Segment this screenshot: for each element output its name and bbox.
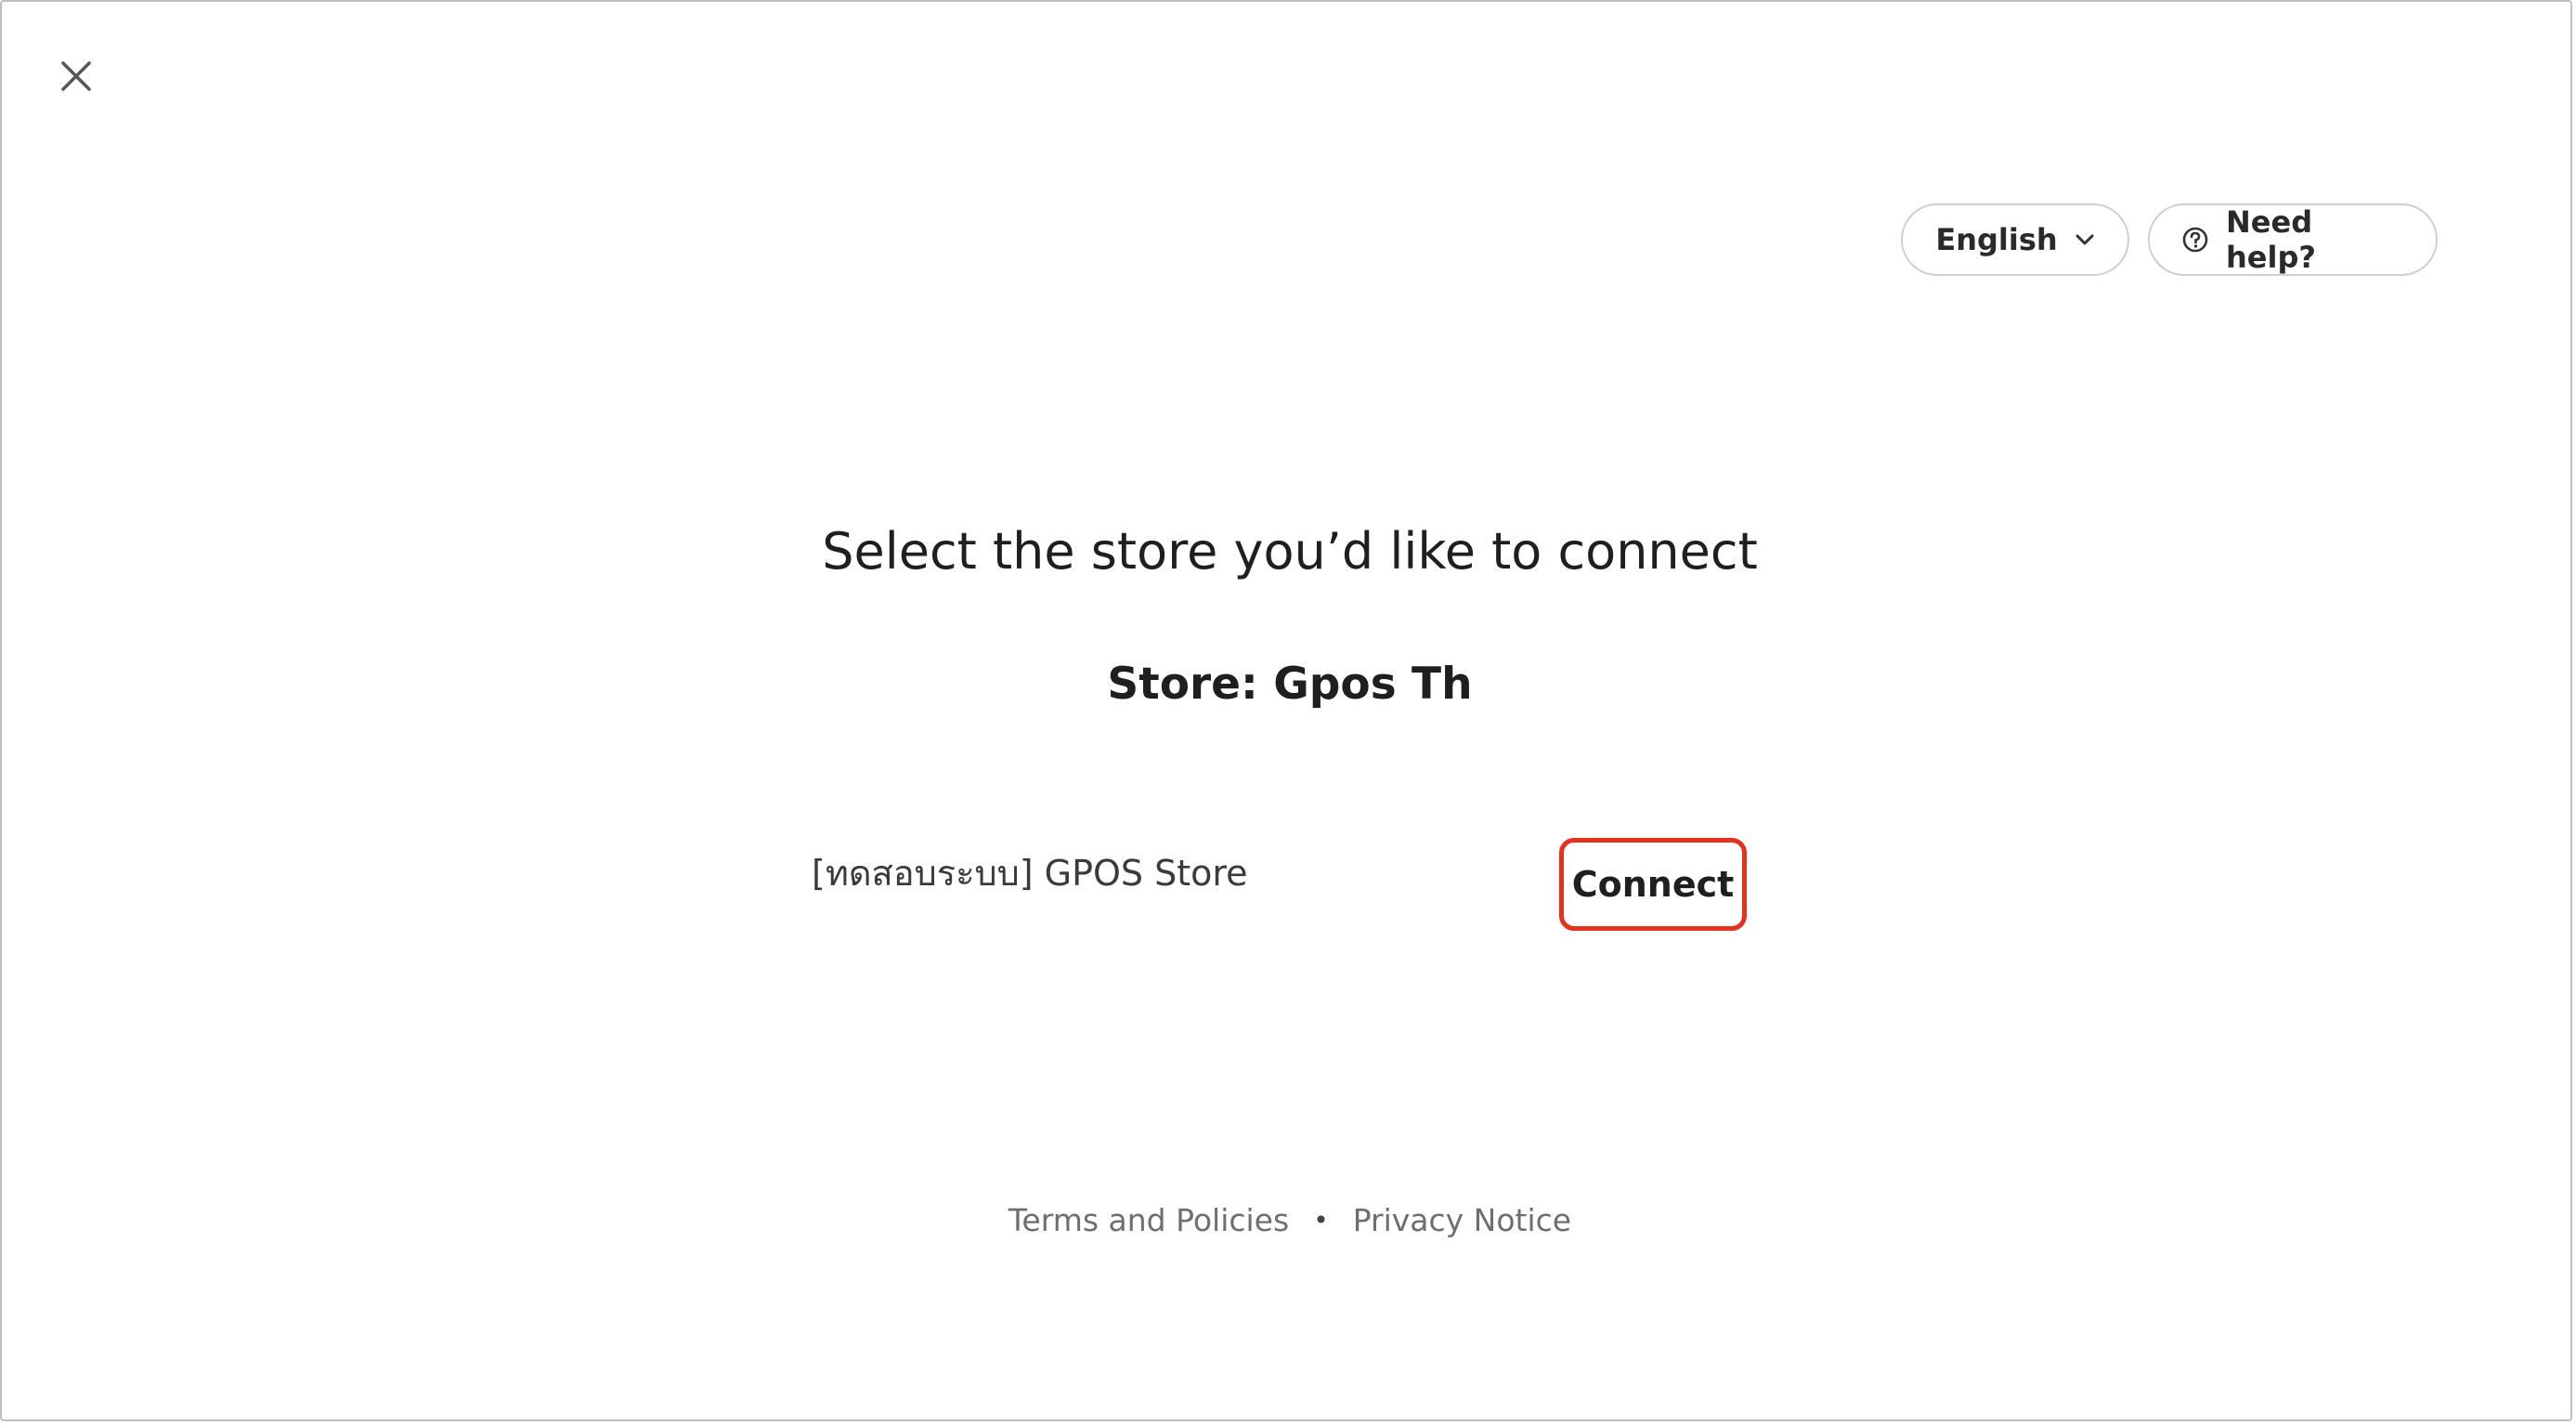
- privacy-notice-link[interactable]: Privacy Notice: [1353, 1202, 1571, 1238]
- close-button[interactable]: [54, 54, 98, 98]
- terms-and-policies-link[interactable]: Terms and Policies: [1008, 1202, 1289, 1238]
- connect-button[interactable]: Connect: [1559, 838, 1747, 931]
- store-list-item: [ทดสอบระบบ] GPOS Store Connect: [812, 833, 1754, 945]
- language-label: English: [1935, 222, 2058, 257]
- need-help-label: Need help?: [2226, 204, 2316, 275]
- language-selector[interactable]: English: [1901, 203, 2129, 276]
- need-help-button[interactable]: Need help?: [2148, 203, 2438, 276]
- store-item-name: [ทดสอบระบบ] GPOS Store: [812, 853, 1248, 894]
- close-icon: [61, 61, 91, 91]
- footer-links: Terms and Policies • Privacy Notice: [2, 1202, 2576, 1238]
- chevron-down-icon: [2075, 233, 2095, 246]
- connect-store-dialog: English Need help? Select the store you’…: [0, 0, 2572, 1421]
- store-heading: Store: Gpos Th: [1107, 659, 1473, 710]
- footer-separator: •: [1313, 1205, 1329, 1235]
- top-actions: English Need help?: [1901, 203, 2438, 276]
- question-circle-icon: [2181, 226, 2209, 254]
- page-title: Select the store you’d like to connect: [822, 522, 1758, 581]
